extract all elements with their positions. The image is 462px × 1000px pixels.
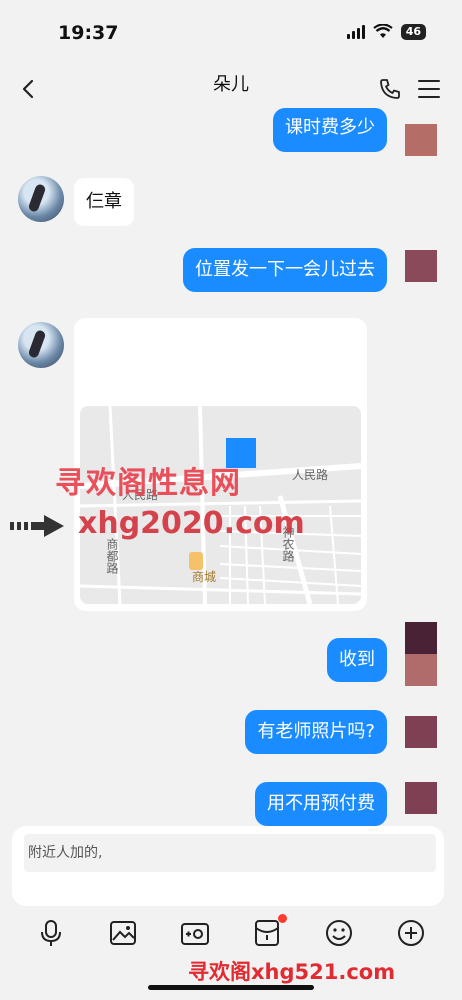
- my-avatar[interactable]: [405, 622, 437, 686]
- input-area: 附近人加的,: [12, 826, 444, 906]
- my-avatar[interactable]: [405, 250, 437, 282]
- wifi-icon: [373, 24, 393, 38]
- map-roads: [80, 406, 361, 604]
- camera-icon[interactable]: [180, 918, 210, 948]
- message-bubble-right[interactable]: 有老师照片吗?: [245, 710, 387, 754]
- watermark-url: xhg2020.com: [78, 506, 305, 541]
- message-bubble-left[interactable]: 仨章: [74, 178, 134, 226]
- watermark-footer: 寻欢阁xhg521.com: [188, 960, 396, 984]
- status-time: 19:37: [58, 22, 119, 44]
- message-input[interactable]: 附近人加的,: [24, 834, 436, 872]
- contact-avatar[interactable]: [18, 322, 64, 368]
- signal-icon: [346, 25, 365, 39]
- message-bubble-right[interactable]: 位置发一下一会儿过去: [183, 248, 387, 292]
- home-indicator[interactable]: [148, 985, 314, 990]
- mic-icon[interactable]: [36, 918, 66, 948]
- red-packet-icon[interactable]: [252, 918, 282, 948]
- message-bubble-right[interactable]: 用不用预付费: [255, 782, 387, 826]
- menu-icon[interactable]: [418, 79, 440, 99]
- message-bubble-right[interactable]: 课时费多少: [273, 108, 387, 152]
- map-thumbnail[interactable]: 人民路 人民路 商都路 神农路 商城: [80, 406, 361, 604]
- chat-toolbar: [0, 912, 462, 956]
- my-avatar[interactable]: [405, 782, 437, 814]
- image-icon[interactable]: [108, 918, 138, 948]
- contact-avatar[interactable]: [18, 176, 64, 222]
- map-label: 商城: [192, 570, 217, 584]
- message-bubble-right[interactable]: 收到: [327, 638, 387, 682]
- map-label: 人民路: [292, 468, 329, 482]
- emoji-icon[interactable]: [324, 918, 354, 948]
- nav-bar: 朵儿: [0, 60, 462, 116]
- status-icons: 46: [346, 24, 426, 40]
- notification-dot: [278, 914, 287, 923]
- my-avatar[interactable]: [405, 124, 437, 156]
- plus-icon[interactable]: [396, 918, 426, 948]
- watermark-arrow-icon: [10, 515, 64, 537]
- map-label: 商都路: [105, 538, 119, 574]
- battery-icon: 46: [400, 24, 426, 40]
- status-bar: 19:37 46: [0, 0, 462, 60]
- my-avatar[interactable]: [405, 716, 437, 748]
- watermark-text: 寻欢阁性息网: [55, 466, 241, 501]
- phone-icon[interactable]: [378, 77, 402, 101]
